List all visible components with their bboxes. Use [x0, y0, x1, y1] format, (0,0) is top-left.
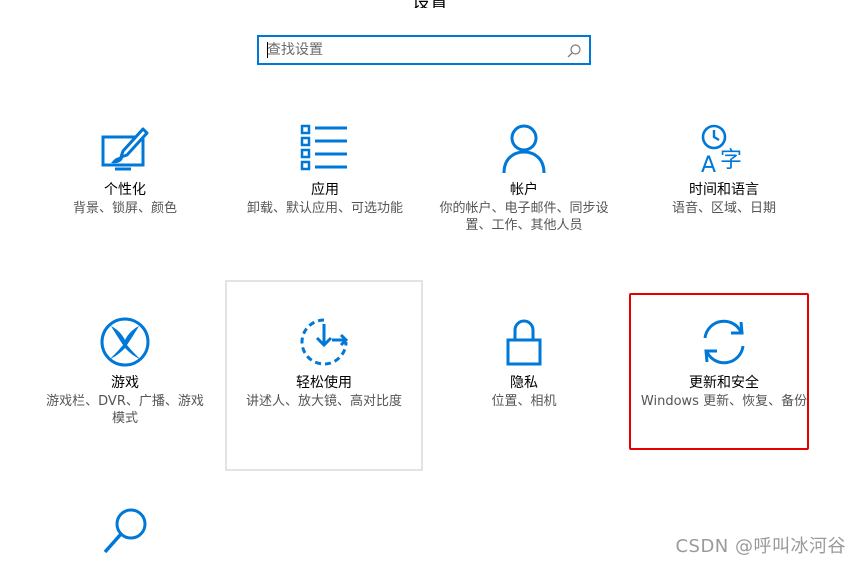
- time-language-icon: A 字: [701, 124, 742, 175]
- tile-desc: 背景、锁屏、颜色: [72, 201, 177, 216]
- tile-title: 应用: [311, 182, 339, 198]
- tile-title: 时间和语言: [689, 182, 759, 198]
- lock-icon: [506, 319, 542, 366]
- search-box[interactable]: [257, 35, 591, 65]
- tile-title: 帐户: [510, 182, 538, 198]
- tile-ease-of-access[interactable]: 轻松使用 讲述人、放大镜、高对比度: [225, 280, 423, 471]
- tile-title: 游戏: [111, 375, 139, 391]
- tile-title: 隐私: [510, 375, 538, 391]
- tile-title: 更新和安全: [689, 375, 759, 391]
- tile-desc: 游戏栏、DVR、广播、游戏模式: [46, 394, 204, 426]
- tile-privacy[interactable]: 隐私 位置、相机: [425, 316, 623, 410]
- watermark: CSDN @呼叫冰河谷: [675, 536, 846, 557]
- tile-personalization[interactable]: 个性化 背景、锁屏、颜色: [26, 123, 224, 217]
- tile-desc: 你的帐户、电子邮件、同步设置、工作、其他人员: [439, 201, 609, 233]
- search-input[interactable]: [267, 40, 547, 60]
- tile-desc: Windows 更新、恢复、备份: [640, 394, 808, 409]
- user-icon: [502, 124, 546, 174]
- text-caret: [267, 42, 268, 58]
- tile-time-language[interactable]: A 字 时间和语言 语音、区域、日期: [625, 123, 823, 217]
- tile-desc: 讲述人、放大镜、高对比度: [245, 394, 402, 409]
- settings-page: 设置 个性化 背景、锁屏、颜色 应用 卸载、默认应: [0, 0, 860, 561]
- tile-desc: 位置、相机: [491, 394, 557, 409]
- tile-title: 轻松使用: [296, 375, 352, 391]
- tile-gaming[interactable]: 游戏 游戏栏、DVR、广播、游戏模式: [26, 316, 224, 427]
- ease-of-access-icon: [300, 318, 349, 366]
- personalization-icon: [101, 127, 149, 171]
- xbox-icon: [100, 317, 150, 367]
- sync-icon: [703, 319, 745, 365]
- tile-apps[interactable]: 应用 卸载、默认应用、可选功能: [226, 123, 424, 217]
- tile-update-security[interactable]: 更新和安全 Windows 更新、恢复、备份: [625, 316, 823, 410]
- tile-title: 个性化: [104, 182, 146, 198]
- tile-accounts[interactable]: 帐户 你的帐户、电子邮件、同步设置、工作、其他人员: [425, 123, 623, 234]
- apps-list-icon: [300, 124, 347, 171]
- svg-text:字: 字: [720, 148, 742, 173]
- search-magnifier-icon: [103, 508, 147, 554]
- tile-desc: 卸载、默认应用、可选功能: [246, 201, 403, 216]
- search-icon[interactable]: [566, 43, 582, 59]
- tile-desc: 语音、区域、日期: [671, 201, 776, 216]
- svg-text:A: A: [701, 153, 716, 175]
- page-title: 设置: [0, 0, 860, 8]
- tile-search[interactable]: [26, 506, 224, 561]
